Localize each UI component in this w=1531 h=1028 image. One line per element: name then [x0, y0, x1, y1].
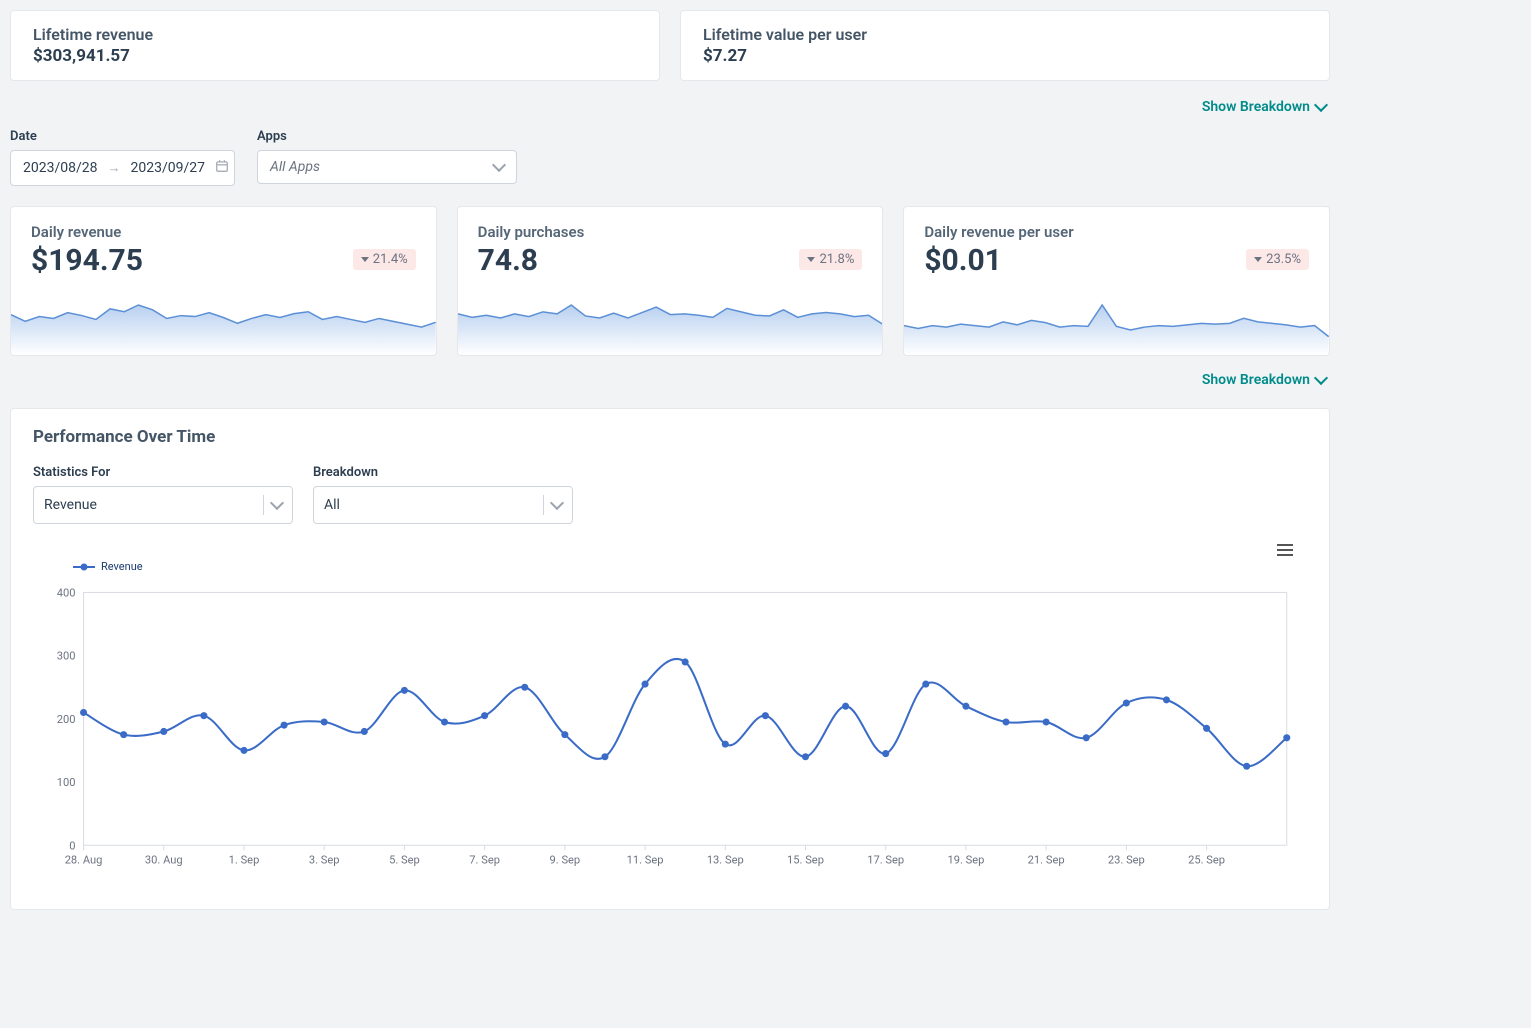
daily-rpu-change: 23.5%: [1266, 252, 1301, 267]
svg-text:30. Aug: 30. Aug: [145, 853, 183, 866]
daily-rpu-sparkline: [904, 300, 1329, 355]
daily-purchases-trend-badge: 21.8%: [799, 249, 862, 270]
legend-marker-icon: [73, 562, 95, 572]
performance-over-time-card: Performance Over Time Statistics For Rev…: [10, 408, 1330, 910]
svg-text:28. Aug: 28. Aug: [65, 853, 103, 866]
arrow-right-icon: →: [108, 160, 121, 176]
chevron-down-icon: [1314, 371, 1328, 385]
daily-purchases-label: Daily purchases: [478, 223, 863, 241]
hamburger-icon: [1277, 544, 1293, 546]
lifetime-lvpu-value: $7.27: [703, 46, 1307, 66]
lifetime-lvpu-label: Lifetime value per user: [703, 25, 1307, 44]
breakdown-select[interactable]: All: [313, 486, 573, 524]
svg-text:19. Sep: 19. Sep: [947, 853, 984, 866]
trend-down-icon: [1254, 257, 1262, 262]
statistics-for-select[interactable]: Revenue: [33, 486, 293, 524]
svg-text:11. Sep: 11. Sep: [627, 853, 664, 866]
svg-text:300: 300: [57, 650, 76, 663]
daily-revenue-card: Daily revenue $194.75 21.4%: [10, 206, 437, 356]
chart-menu-button[interactable]: [1273, 540, 1297, 560]
statistics-for-value: Revenue: [44, 497, 97, 513]
daily-rpu-label: Daily revenue per user: [924, 223, 1309, 241]
svg-text:0: 0: [69, 839, 75, 852]
chart-legend[interactable]: Revenue: [33, 560, 1307, 573]
statistics-for-label: Statistics For: [33, 465, 293, 480]
lifetime-value-per-user-card: Lifetime value per user $7.27: [680, 10, 1330, 81]
svg-text:1. Sep: 1. Sep: [229, 853, 260, 866]
chevron-down-icon: [1314, 98, 1328, 112]
apps-select-value: All Apps: [270, 159, 320, 175]
daily-purchases-card: Daily purchases 74.8 21.8%: [457, 206, 884, 356]
performance-title: Performance Over Time: [33, 427, 1307, 447]
daily-revenue-sparkline: [11, 300, 436, 355]
apps-select[interactable]: All Apps: [257, 150, 517, 184]
daily-rpu-trend-badge: 23.5%: [1246, 249, 1309, 270]
date-end-value: 2023/09/27: [131, 160, 206, 176]
svg-text:400: 400: [57, 586, 76, 599]
legend-label: Revenue: [101, 560, 143, 573]
svg-text:100: 100: [57, 776, 76, 789]
show-breakdown-top-button[interactable]: Show Breakdown: [10, 93, 1330, 129]
show-breakdown-label: Show Breakdown: [1202, 99, 1310, 115]
chevron-down-icon: [550, 496, 564, 510]
date-start-value: 2023/08/28: [23, 160, 98, 176]
svg-text:200: 200: [57, 713, 76, 726]
svg-text:21. Sep: 21. Sep: [1028, 853, 1065, 866]
show-breakdown-label: Show Breakdown: [1202, 372, 1310, 388]
daily-purchases-sparkline: [458, 300, 883, 355]
date-range-picker[interactable]: 2023/08/28 → 2023/09/27: [10, 150, 235, 186]
daily-revenue-trend-badge: 21.4%: [353, 249, 416, 270]
apps-filter-label: Apps: [257, 129, 517, 144]
date-filter-label: Date: [10, 129, 235, 144]
trend-down-icon: [807, 257, 815, 262]
lifetime-revenue-card: Lifetime revenue $303,941.57: [10, 10, 660, 81]
svg-text:13. Sep: 13. Sep: [707, 853, 744, 866]
chevron-down-icon: [492, 158, 506, 172]
breakdown-select-label: Breakdown: [313, 465, 573, 480]
svg-text:25. Sep: 25. Sep: [1188, 853, 1225, 866]
chevron-down-icon: [270, 496, 284, 510]
daily-revenue-label: Daily revenue: [31, 223, 416, 241]
svg-text:23. Sep: 23. Sep: [1108, 853, 1145, 866]
calendar-icon: [215, 159, 229, 177]
svg-text:17. Sep: 17. Sep: [867, 853, 904, 866]
svg-text:5. Sep: 5. Sep: [389, 853, 420, 866]
svg-text:15. Sep: 15. Sep: [787, 853, 824, 866]
trend-down-icon: [361, 257, 369, 262]
svg-text:9. Sep: 9. Sep: [550, 853, 581, 866]
daily-revenue-per-user-card: Daily revenue per user $0.01 23.5%: [903, 206, 1330, 356]
lifetime-revenue-value: $303,941.57: [33, 46, 637, 66]
svg-text:7. Sep: 7. Sep: [469, 853, 500, 866]
daily-purchases-change: 21.8%: [819, 252, 854, 267]
performance-chart[interactable]: 0 100 200 300 400 28. Aug 30. Aug 1. Sep 3. Sep 5…: [33, 579, 1307, 889]
lifetime-revenue-label: Lifetime revenue: [33, 25, 637, 44]
daily-revenue-change: 21.4%: [373, 252, 408, 267]
breakdown-select-value: All: [324, 497, 340, 513]
svg-text:3. Sep: 3. Sep: [309, 853, 340, 866]
show-breakdown-bottom-button[interactable]: Show Breakdown: [10, 366, 1330, 402]
